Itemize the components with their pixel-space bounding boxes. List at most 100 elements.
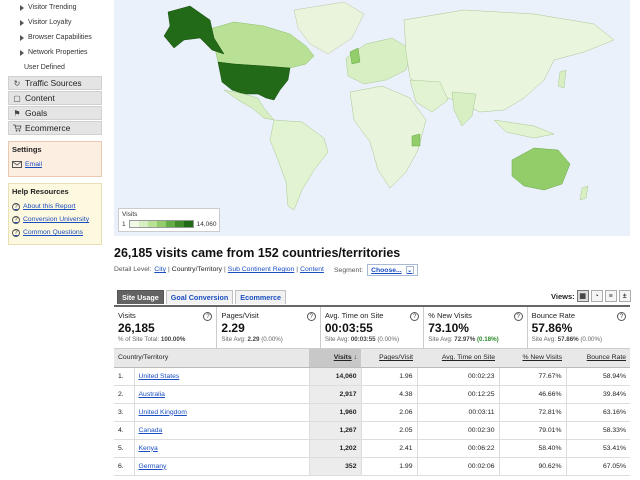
help-icon: ? [12,228,20,237]
col-avg-time[interactable]: Avg. Time on Site [417,349,499,368]
legend-scale: 1 14,060 [122,220,217,228]
sidebar-item-visitor-loyalty[interactable]: Visitor Loyalty [8,15,104,30]
visits-cell: 14,060 [309,367,362,386]
expand-arrow-icon [20,19,24,26]
legend-color-bar [128,220,194,228]
table-row: 2. Australia 2,917 4.38 00:12:25 46.66% … [114,385,630,404]
sidebar-item-browser-capabilities[interactable]: Browser Capabilities [8,30,104,45]
nav-traffic-sources[interactable]: ↻ Traffic Sources [8,76,102,90]
metric-label: Pages/Visit [221,311,259,320]
col-new-visits[interactable]: % New Visits [499,349,566,368]
world-map[interactable] [114,0,630,236]
sidebar-item-label: Visitor Loyalty [28,19,72,26]
nav-label: Content [25,93,55,103]
pie-view-icon[interactable]: ◔ [590,290,603,302]
country-cell: United States [134,367,310,386]
visits-cell: 1,267 [309,421,362,440]
metric-value: 73.10% [428,321,469,335]
separator: | [168,266,170,273]
legend-swatch [174,221,184,227]
map-uk [349,47,361,65]
detail-level-content-link[interactable]: Content [300,266,324,273]
legend-swatch [129,221,139,227]
metric-label: Avg. Time on Site [324,311,384,320]
row-number: 6. [114,457,135,476]
metric-sub-suffix: (0.18%) [475,336,499,343]
traffic-icon: ↻ [13,78,21,88]
country-link[interactable]: Kenya [139,445,158,452]
country-link[interactable]: Australia [139,391,165,398]
visitors-submenu: Visitor Trending Visitor Loyalty Browser… [8,0,104,75]
metric-label: Visits [118,311,136,320]
metric-sub-suffix: (0.00%) [578,336,603,343]
sidebar-item-network-properties[interactable]: Network Properties [8,45,104,60]
avg-time-cell: 00:06:22 [417,439,500,458]
country-link[interactable]: Canada [139,427,163,434]
views-switcher: Views: ▦ ◔ ≡ ± [551,290,631,302]
map-australia [511,147,571,191]
col-avg-time-link[interactable]: Avg. Time on Site [442,354,495,361]
country-cell: Kenya [134,439,310,458]
map-southeast-asia [493,119,555,139]
metric-sub-value: 57.86% [557,336,579,343]
segment-label: Segment: [334,266,364,274]
comparison-view-icon[interactable]: ± [618,290,631,302]
table-header-row: Country/Territory Visits ↓ Pages/Visit A… [114,349,630,368]
separator: | [296,266,299,273]
email-link[interactable]: Email [12,158,98,171]
col-new-visits-link[interactable]: % New Visits [522,354,562,361]
sidebar-item-user-defined[interactable]: User Defined [8,60,104,75]
performance-view-icon[interactable]: ≡ [604,290,617,302]
settings-title: Settings [12,145,42,154]
table-row: 5. Kenya 1,202 2.41 00:06:22 58.40% 53.4… [114,439,630,458]
help-icon[interactable]: ? [617,312,627,321]
country-link[interactable]: Germany [139,463,167,470]
map-legend: Visits 1 14,060 [118,208,220,232]
row-number: 5. [114,439,135,458]
tab-ecommerce[interactable]: Ecommerce [235,290,287,304]
detail-level-bar: Detail Level: City | Country/Territory |… [114,266,325,273]
nav-goals[interactable]: ⚑ Goals [8,106,102,120]
pages-visit-cell: 1.99 [361,457,418,476]
row-number: 2. [114,385,135,404]
col-visits-link[interactable]: Visits [334,354,352,361]
col-pages-visit-link[interactable]: Pages/Visit [379,354,413,361]
nav-ecommerce[interactable]: Ecommerce [8,121,102,135]
legend-swatch [138,221,148,227]
metric-pages-visit: Pages/Visit 2.29 Site Avg: 2.29 (0.00%) … [217,307,321,348]
tab-site-usage[interactable]: Site Usage [117,290,164,304]
col-pages-visit[interactable]: Pages/Visit [361,349,417,368]
country-link[interactable]: United States [139,373,180,380]
col-visits[interactable]: Visits ↓ [309,349,361,368]
country-cell: Germany [134,457,310,476]
col-bounce-rate-link[interactable]: Bounce Rate [587,354,626,361]
help-icon[interactable]: ? [306,312,316,321]
help-link-label: Common Questions [23,229,84,236]
detail-level-city-link[interactable]: City [154,266,166,273]
nav-content[interactable]: ▢ Content [8,91,102,105]
metric-sub-suffix: (0.00%) [259,336,283,343]
email-label: Email [25,161,42,168]
about-report-link[interactable]: ? About this Report [12,200,98,213]
col-bounce-rate[interactable]: Bounce Rate [566,349,630,368]
cart-icon [12,123,22,133]
map-new-zealand [579,185,589,201]
conversion-university-link[interactable]: ? Conversion University [12,213,98,226]
help-title: Help Resources [12,187,69,196]
help-icon[interactable]: ? [513,312,523,321]
tab-goal-conversion[interactable]: Goal Conversion [165,290,234,304]
table-view-icon[interactable]: ▦ [576,290,589,302]
segment-select[interactable]: Choose... ⌄ [367,264,418,276]
country-link[interactable]: United Kingdom [139,409,187,416]
country-cell: Canada [134,421,310,440]
detail-level-subcontinent-link[interactable]: Sub Continent Region [228,266,295,273]
sidebar-item-visitor-trending[interactable]: Visitor Trending [8,0,104,15]
metric-sub-value: 2.29 [247,336,260,343]
common-questions-link[interactable]: ? Common Questions [12,226,98,239]
metric-sub-prefix: Site Avg: [428,336,455,343]
metric-visits: Visits 26,185 % of Site Total: 100.00% ? [114,307,218,348]
col-country: Country/Territory [114,349,309,368]
pages-visit-cell: 1.96 [361,367,418,386]
metric-bounce-rate: Bounce Rate 57.86% Site Avg: 57.86% (0.0… [528,307,630,348]
metric-sub: Site Avg: 00:03:55 (0.00%) [325,336,419,343]
